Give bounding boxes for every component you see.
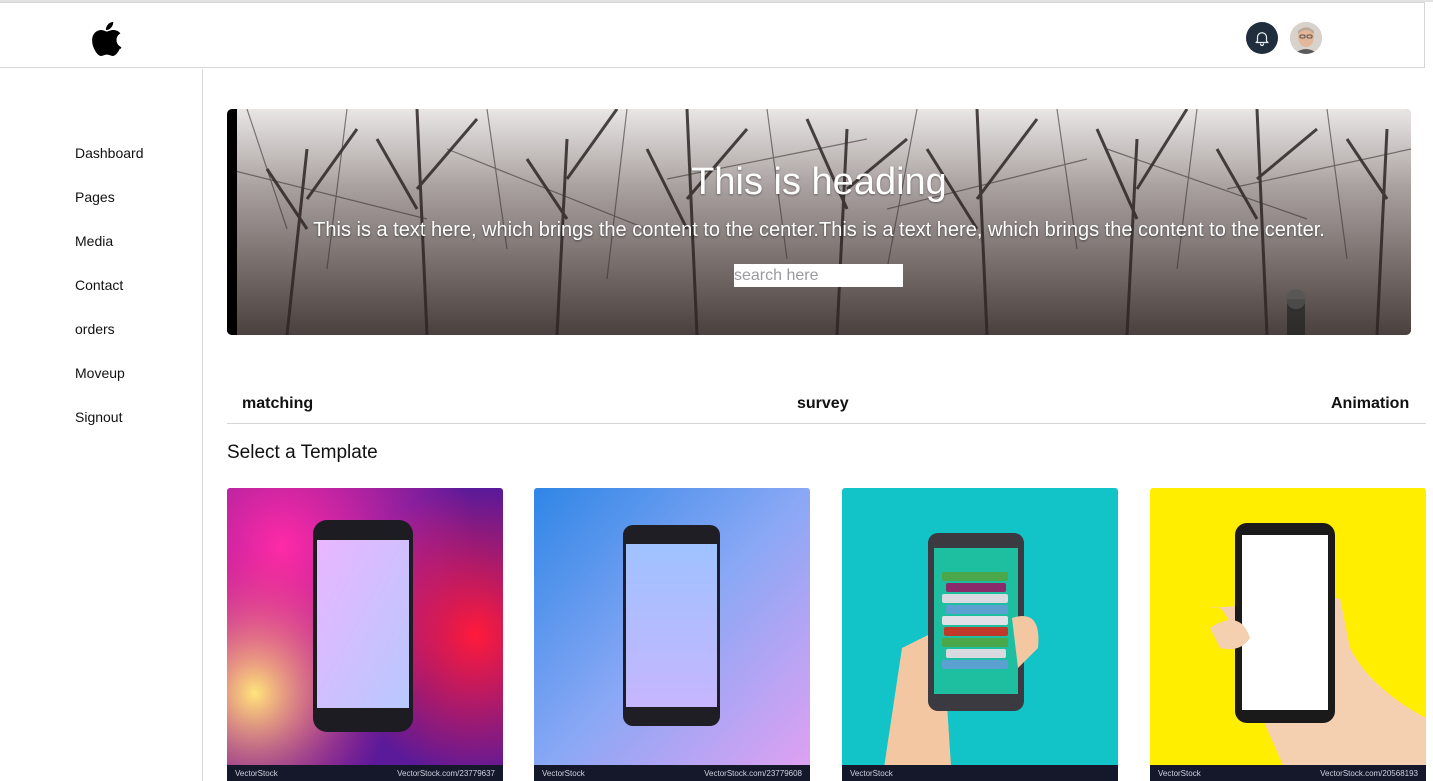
user-avatar-image [1290,22,1322,54]
avatar[interactable] [1290,22,1322,54]
template-image-2 [534,488,810,781]
watermark-id: VectorStock.com/23779637 [397,768,495,778]
watermark-id: VectorStock.com/23779608 [704,768,802,778]
hero-banner: This is heading This is a text here, whi… [227,109,1411,335]
watermark-text: VectorStock [542,768,585,778]
template-card-3[interactable]: VectorStock [842,488,1118,781]
watermark-id: VectorStock.com/20568193 [1320,768,1418,778]
sidebar: Dashboard Pages Media Contact orders Mov… [0,69,203,781]
template-card-2[interactable]: VectorStock VectorStock.com/23779608 [534,488,810,781]
watermark-bar: VectorStock VectorStock.com/23779608 [534,765,810,781]
sidebar-item-moveup[interactable]: Moveup [75,365,125,381]
sidebar-item-media[interactable]: Media [75,233,113,249]
sidebar-item-orders[interactable]: orders [75,321,115,337]
watermark-text: VectorStock [1158,768,1201,778]
sidebar-item-signout[interactable]: Signout [75,409,122,425]
watermark-text: VectorStock [235,768,278,778]
sidebar-item-pages[interactable]: Pages [75,189,115,205]
watermark-bar: VectorStock VectorStock.com/20568193 [1150,765,1426,781]
template-image-1 [227,488,503,781]
watermark-text: VectorStock [850,768,893,778]
watermark-bar: VectorStock VectorStock.com/23779637 [227,765,503,781]
template-image-3 [842,488,1118,781]
bell-icon [1255,32,1269,47]
section-title: Select a Template [227,442,378,463]
tab-survey[interactable]: survey [797,395,849,413]
notification-button[interactable] [1246,22,1278,54]
top-navbar [0,2,1425,68]
hero-heading: This is heading [691,161,947,203]
sidebar-item-dashboard[interactable]: Dashboard [75,145,144,161]
template-card-1[interactable]: VectorStock VectorStock.com/23779637 [227,488,503,781]
hero-text: This is a text here, which brings the co… [313,219,1325,241]
sidebar-item-contact[interactable]: Contact [75,277,123,293]
template-card-4[interactable]: VectorStock VectorStock.com/20568193 [1150,488,1426,781]
tab-bar: matching survey Animation [227,380,1426,424]
template-image-4 [1150,488,1426,781]
apple-logo-icon[interactable] [88,21,124,57]
search-input[interactable] [734,264,903,287]
tab-animation[interactable]: Animation [1331,395,1409,413]
tab-matching[interactable]: matching [242,395,313,413]
watermark-bar: VectorStock [842,765,1118,781]
